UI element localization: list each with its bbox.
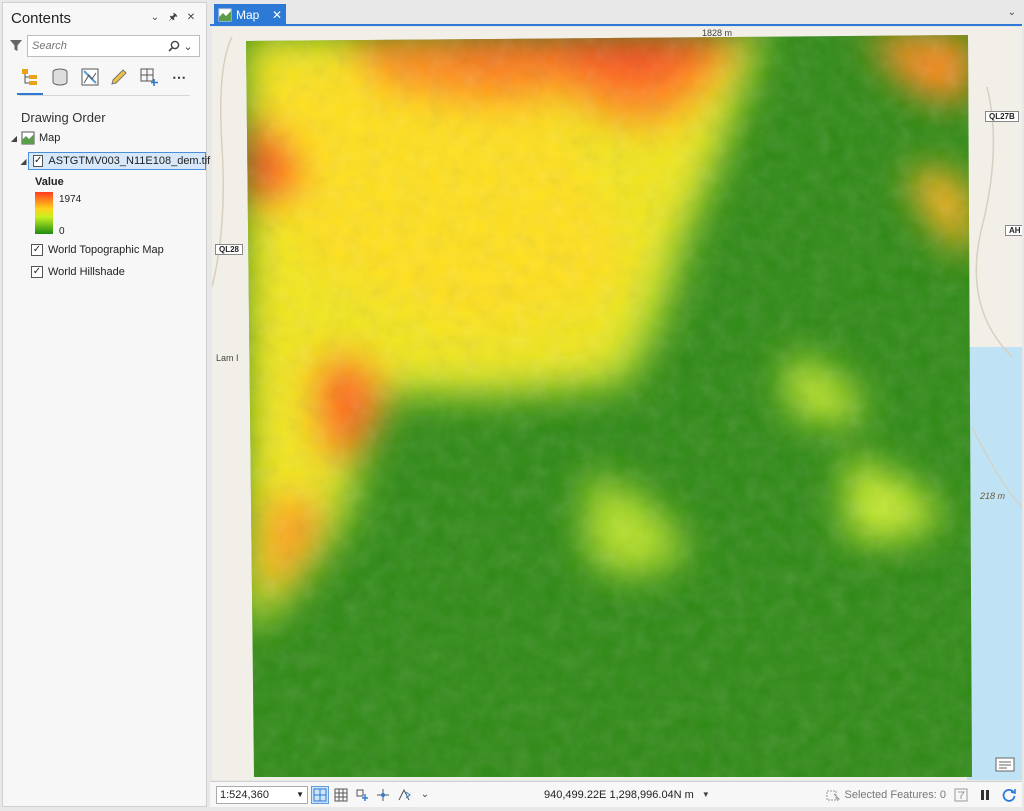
database-icon: [52, 68, 68, 86]
scale-value: 1:524,360: [220, 788, 269, 801]
search-icon[interactable]: [167, 39, 181, 53]
layer-name: World Topographic Map: [48, 244, 164, 256]
contents-pane: Contents ⌄ 🖈 ✕ ⌄: [2, 2, 210, 807]
grid-button[interactable]: [332, 786, 350, 804]
road-shield: AH: [1005, 225, 1022, 236]
map-label: Map: [39, 132, 61, 144]
list-by-source-button[interactable]: [49, 66, 71, 88]
refresh-icon: [1002, 788, 1016, 802]
zoom-grid-icon: [313, 788, 327, 801]
layer-name: World Hillshade: [48, 266, 125, 278]
legend-high-value: 1974: [59, 194, 82, 205]
basemap-place-label: Lam I: [216, 353, 239, 363]
tree-item-hillshade[interactable]: ✓ World Hillshade: [31, 262, 206, 282]
map-icon: [21, 131, 35, 145]
filter-icon[interactable]: [9, 39, 23, 53]
dem-raster: [246, 35, 972, 777]
ellipsis-icon: ⋯: [172, 68, 187, 85]
selected-features-label: Selected Features: 0: [844, 788, 946, 801]
grid-icon: [334, 788, 348, 801]
search-options-chevron-icon[interactable]: ⌄: [181, 40, 195, 53]
correction-icon: [398, 788, 411, 800]
pin-icon[interactable]: 🖈: [166, 11, 180, 25]
expander-icon[interactable]: ◢: [19, 157, 28, 166]
expander-icon[interactable]: ◢: [9, 134, 19, 143]
snapping-icon: [356, 789, 368, 801]
list-by-editing-button[interactable]: [108, 66, 130, 88]
arcgis-pro-window: Contents ⌄ 🖈 ✕ ⌄: [0, 0, 1024, 811]
contents-toolbar: ⋯: [3, 59, 206, 95]
pause-drawing-button[interactable]: [976, 786, 994, 804]
tree-item-topographic[interactable]: ✓ World Topographic Map: [31, 240, 206, 260]
pane-options-chevron-icon[interactable]: ⌄: [148, 11, 162, 25]
selected-layer-row[interactable]: ✓ ASTGTMV003_N11E108_dem.tif: [28, 152, 210, 170]
map-tab-bar: Map ✕ ⌄: [210, 2, 1022, 26]
selection-layer-icon: [81, 68, 99, 86]
navigator-icon[interactable]: [994, 754, 1016, 774]
close-icon[interactable]: ✕: [272, 8, 282, 22]
contents-header: Contents ⌄ 🖈 ✕: [3, 3, 206, 33]
refresh-button[interactable]: [1000, 786, 1018, 804]
cursor-coordinates: 940,499.22E 1,298,996.04N m: [544, 788, 694, 801]
basemap-elevation-label: 218 m: [980, 491, 1006, 501]
coordinate-format-chevron-icon[interactable]: ▼: [702, 790, 710, 799]
search-box[interactable]: ⌄: [27, 35, 200, 57]
drawing-order-heading: Drawing Order: [21, 110, 106, 125]
pencil-icon: [111, 69, 128, 85]
layer-visibility-checkbox[interactable]: ✓: [33, 155, 44, 167]
more-options-button[interactable]: ⋯: [168, 66, 190, 88]
elevation-color-ramp: [35, 192, 53, 234]
layer-visibility-checkbox[interactable]: ✓: [31, 266, 43, 278]
chevron-down-icon: ⌄: [420, 789, 430, 800]
constraint-icon: [377, 788, 389, 801]
list-by-snapping-button[interactable]: [138, 66, 160, 88]
search-row: ⌄: [3, 33, 206, 59]
contents-title: Contents: [11, 9, 72, 27]
fixed-zoom-button[interactable]: [311, 785, 329, 804]
tab-map[interactable]: Map ✕: [214, 4, 286, 26]
filter-status-button[interactable]: [952, 786, 970, 804]
scale-select[interactable]: 1:524,360 ▼: [216, 785, 308, 804]
tab-overflow-chevron-icon[interactable]: ⌄: [1008, 7, 1016, 18]
selected-features-indicator[interactable]: Selected Features: 0: [826, 788, 946, 802]
map-icon: [218, 8, 232, 22]
map-status-bar: 1:524,360 ▼ ⌄ 940,499.22E 1,298,996.04N …: [210, 781, 1022, 807]
list-by-drawing-order-button[interactable]: [17, 66, 43, 95]
tab-label: Map: [236, 8, 260, 22]
tree-item-map[interactable]: ◢ Map: [9, 128, 206, 148]
filter-icon: [954, 788, 968, 801]
drawing-order-icon: [21, 69, 37, 85]
road-shield: QL27B: [985, 111, 1019, 122]
status-options-button[interactable]: ⌄: [416, 786, 434, 804]
snapping-button[interactable]: [353, 786, 371, 804]
selection-icon: [826, 790, 841, 801]
layer-name: ASTGTMV003_N11E108_dem.tif: [48, 155, 211, 167]
road-shield: QL28: [215, 244, 244, 255]
search-input[interactable]: [32, 40, 167, 52]
close-icon[interactable]: ✕: [184, 11, 198, 25]
map-view[interactable]: 1828 m QL28 QL27B AH Lam I 218 m: [212, 27, 1022, 780]
snapping-grid-icon: [140, 68, 159, 86]
legend-title: Value: [35, 176, 64, 188]
constraints-button[interactable]: [374, 786, 392, 804]
tree-item-dem-layer[interactable]: ◢ ✓ ASTGTMV003_N11E108_dem.tif: [19, 151, 210, 171]
list-by-selection-button[interactable]: [79, 66, 101, 88]
chevron-down-icon[interactable]: ▼: [296, 790, 304, 799]
layer-visibility-checkbox[interactable]: ✓: [31, 244, 43, 256]
pause-icon: [981, 789, 989, 800]
correction-button[interactable]: [395, 786, 413, 804]
legend-low-value: 0: [59, 226, 65, 237]
